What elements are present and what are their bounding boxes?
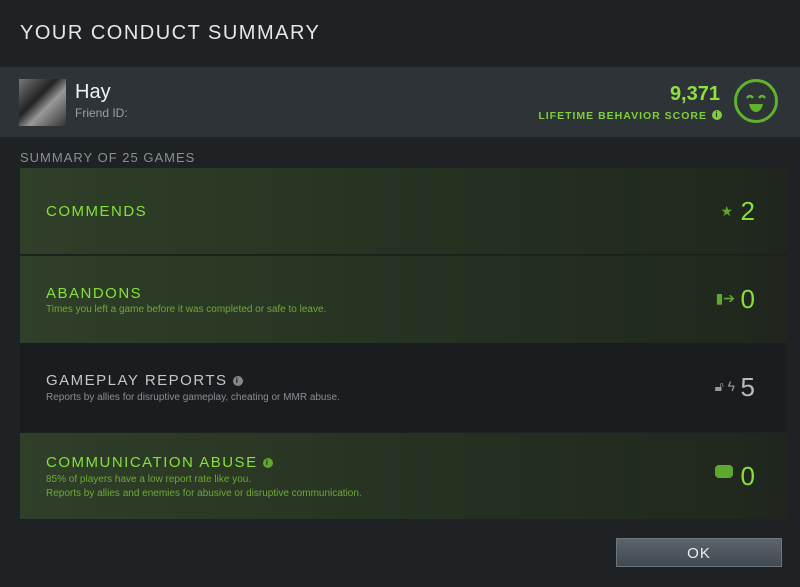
row-description: Times you left a game before it was comp…	[46, 304, 327, 315]
chat-bubble-icon	[715, 465, 733, 478]
smiley-face-icon	[734, 79, 778, 123]
row-title: ABANDONS	[46, 285, 143, 302]
row-title: GAMEPLAY REPORTS i	[46, 372, 243, 389]
ok-button[interactable]: OK	[616, 538, 782, 567]
player-header: Hay Friend ID: 9,371 LIFETIME BEHAVIOR S…	[0, 67, 800, 137]
exit-door-icon: ▮➔	[715, 290, 735, 306]
info-icon[interactable]: i	[712, 110, 722, 120]
lock-lightning-icon: 🔓︎ ϟ	[714, 378, 735, 394]
summary-label: SUMMARY OF 25 GAMES	[20, 150, 196, 165]
behavior-score-label: LIFETIME BEHAVIOR SCORE i	[538, 110, 722, 122]
row-description-2: Reports by allies and enemies for abusiv…	[46, 488, 362, 499]
row-title-text: GAMEPLAY REPORTS	[46, 372, 228, 389]
row-title: COMMUNICATION ABUSE i	[46, 454, 273, 471]
avatar	[19, 79, 66, 126]
communication-abuse-row: COMMUNICATION ABUSE i 85% of players have…	[20, 433, 787, 519]
commends-value: 2	[740, 196, 755, 226]
abandons-row: ABANDONS Times you left a game before it…	[20, 256, 787, 343]
score-label-text: LIFETIME BEHAVIOR SCORE	[538, 110, 707, 122]
row-description: Reports by allies for disruptive gamepla…	[46, 392, 340, 403]
friend-id-label: Friend ID:	[75, 106, 128, 120]
info-icon[interactable]: i	[232, 376, 243, 386]
row-title: COMMENDS	[46, 203, 148, 220]
star-thumbs-up-icon: ★	[720, 203, 733, 219]
row-title-text: COMMUNICATION ABUSE	[46, 454, 258, 471]
abandons-value: 0	[740, 284, 755, 314]
player-name: Hay	[75, 81, 111, 103]
behavior-score: 9,371	[669, 83, 720, 105]
info-icon[interactable]: i	[262, 458, 273, 468]
row-description-1: 85% of players have a low report rate li…	[46, 474, 252, 485]
dialog-title: YOUR CONDUCT SUMMARY	[20, 22, 321, 44]
gameplay-reports-value: 5	[740, 372, 755, 402]
commends-row: COMMENDS ★ 2	[20, 168, 787, 255]
gameplay-reports-row: GAMEPLAY REPORTS i Reports by allies for …	[20, 343, 787, 432]
communication-abuse-value: 0	[740, 461, 755, 491]
